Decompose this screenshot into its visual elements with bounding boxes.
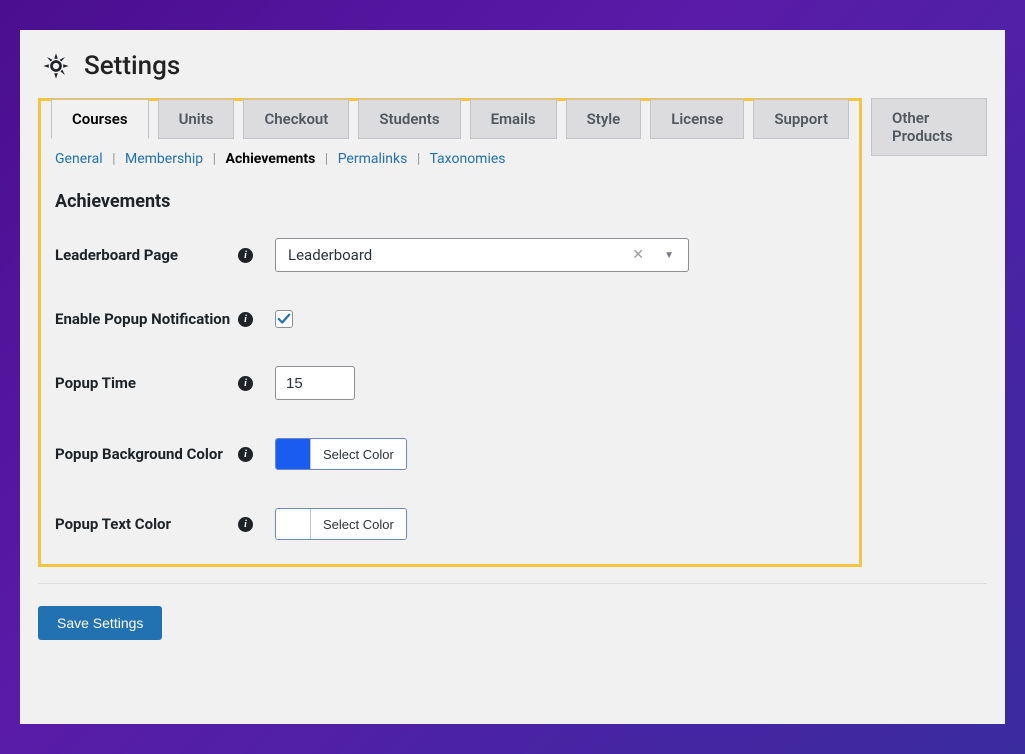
field-row-popup-time: Popup Time i	[51, 366, 849, 400]
leaderboard-select[interactable]: Leaderboard ✕ ▼	[275, 238, 689, 272]
subtab-general[interactable]: General	[55, 151, 103, 167]
settings-header: Settings	[38, 48, 987, 84]
field-row-popup-bg: Popup Background Color i Select Color	[51, 438, 849, 470]
field-row-popup-text: Popup Text Color i Select Color	[51, 508, 849, 540]
color-swatch[interactable]	[276, 509, 310, 539]
tab-other-products[interactable]: Other Products	[871, 98, 987, 156]
info-icon[interactable]: i	[238, 248, 253, 263]
field-row-leaderboard: Leaderboard Page i Leaderboard ✕ ▼	[51, 238, 849, 272]
tabs-container: Courses Units Checkout Students Emails S…	[38, 98, 987, 567]
subtab-taxonomies[interactable]: Taxonomies	[429, 151, 505, 167]
section-heading: Achievements	[51, 191, 849, 212]
popup-bg-color-picker[interactable]: Select Color	[275, 438, 407, 470]
leaderboard-label: Leaderboard Page i	[55, 246, 263, 264]
tab-license[interactable]: License	[650, 99, 744, 139]
tab-units[interactable]: Units	[158, 99, 235, 139]
main-tabs: Courses Units Checkout Students Emails S…	[51, 99, 849, 139]
subtab-achievements[interactable]: Achievements	[226, 151, 316, 167]
select-color-button[interactable]: Select Color	[310, 439, 406, 469]
subtab-membership[interactable]: Membership	[125, 151, 203, 167]
tab-style[interactable]: Style	[566, 99, 642, 139]
field-row-enable-popup: Enable Popup Notification i	[51, 310, 849, 328]
info-icon[interactable]: i	[238, 447, 253, 462]
sub-tabs: General | Membership | Achievements | Pe…	[51, 151, 849, 167]
divider	[38, 583, 987, 584]
highlighted-section: Courses Units Checkout Students Emails S…	[38, 98, 862, 567]
page-title: Settings	[84, 51, 180, 81]
clear-icon[interactable]: ✕	[632, 247, 644, 263]
info-icon[interactable]: i	[238, 376, 253, 391]
tab-checkout[interactable]: Checkout	[243, 99, 349, 139]
tab-emails[interactable]: Emails	[470, 99, 557, 139]
select-value: Leaderboard	[288, 246, 372, 264]
subtab-permalinks[interactable]: Permalinks	[338, 151, 408, 167]
popup-bg-label: Popup Background Color i	[55, 445, 263, 463]
enable-popup-checkbox[interactable]	[275, 310, 293, 328]
gear-icon	[38, 48, 74, 84]
info-icon[interactable]: i	[238, 517, 253, 532]
separator: |	[112, 151, 115, 167]
separator: |	[213, 151, 216, 167]
settings-panel: Settings Courses Units Checkout Students…	[20, 30, 1005, 724]
separator: |	[325, 151, 328, 167]
popup-text-label: Popup Text Color i	[55, 515, 263, 533]
tab-courses[interactable]: Courses	[51, 99, 149, 139]
chevron-down-icon[interactable]: ▼	[664, 250, 674, 261]
tab-support[interactable]: Support	[753, 99, 849, 139]
separator: |	[417, 151, 420, 167]
color-swatch[interactable]	[276, 439, 310, 469]
popup-time-label: Popup Time i	[55, 374, 263, 392]
save-settings-button[interactable]: Save Settings	[38, 606, 162, 640]
enable-popup-label: Enable Popup Notification i	[55, 310, 263, 328]
select-color-button[interactable]: Select Color	[310, 509, 406, 539]
tab-students[interactable]: Students	[358, 99, 460, 139]
popup-text-color-picker[interactable]: Select Color	[275, 508, 407, 540]
popup-time-input[interactable]	[275, 366, 355, 400]
info-icon[interactable]: i	[238, 312, 253, 327]
